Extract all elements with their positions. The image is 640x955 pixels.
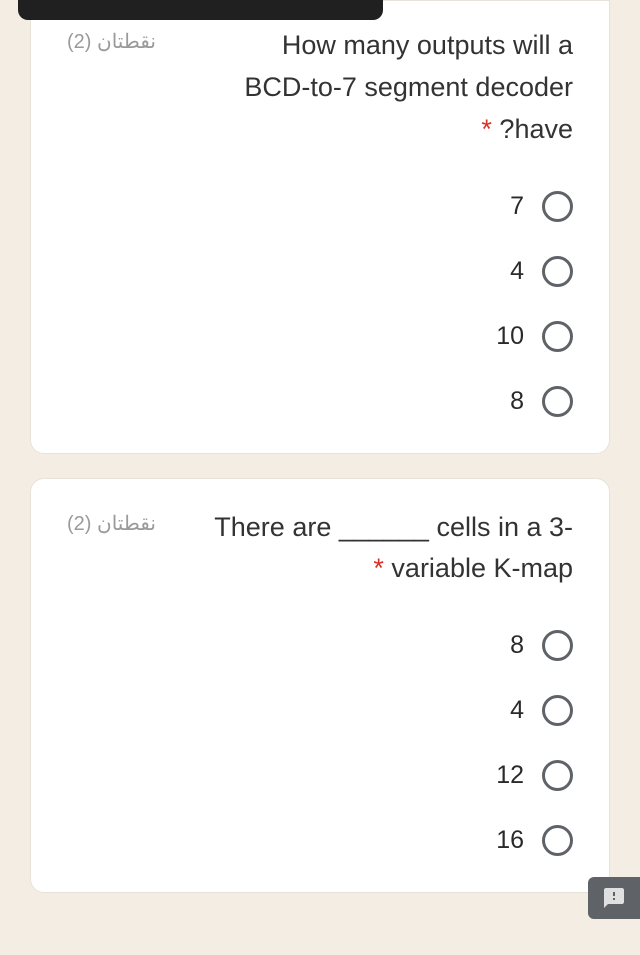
question-text: There are ______ cells in a 3- * variabl… xyxy=(174,507,573,591)
radio-icon[interactable] xyxy=(542,191,573,222)
radio-icon[interactable] xyxy=(542,321,573,352)
radio-icon[interactable] xyxy=(542,386,573,417)
question-card-1: نقطتان (2) How many outputs will a BCD-t… xyxy=(30,0,610,454)
radio-icon[interactable] xyxy=(542,630,573,661)
chat-alert-icon xyxy=(602,886,626,910)
points-label: نقطتان (2) xyxy=(67,507,156,536)
question-header: نقطتان (2) There are ______ cells in a 3… xyxy=(67,507,573,591)
question-line: How many outputs will a xyxy=(282,30,573,60)
radio-icon[interactable] xyxy=(542,695,573,726)
question-text: How many outputs will a BCD-to-7 segment… xyxy=(174,25,573,151)
option-row[interactable]: 8 xyxy=(67,630,573,661)
option-label: 7 xyxy=(510,192,524,221)
option-row[interactable]: 7 xyxy=(67,191,573,222)
option-label: 8 xyxy=(510,387,524,416)
question-line: There are ______ cells in a 3- xyxy=(214,512,573,542)
option-label: 10 xyxy=(496,322,524,351)
points-label: نقطتان (2) xyxy=(67,25,156,54)
option-label: 4 xyxy=(510,257,524,286)
option-row[interactable]: 4 xyxy=(67,695,573,726)
question-line: ?have xyxy=(499,114,573,144)
radio-icon[interactable] xyxy=(542,825,573,856)
option-row[interactable]: 16 xyxy=(67,825,573,856)
radio-icon[interactable] xyxy=(542,760,573,791)
option-row[interactable]: 12 xyxy=(67,760,573,791)
feedback-button[interactable] xyxy=(588,877,640,919)
option-label: 12 xyxy=(496,761,524,790)
radio-icon[interactable] xyxy=(542,256,573,287)
option-label: 16 xyxy=(496,826,524,855)
option-label: 4 xyxy=(510,696,524,725)
option-row[interactable]: 10 xyxy=(67,321,573,352)
question-header: نقطتان (2) How many outputs will a BCD-t… xyxy=(67,25,573,151)
option-row[interactable]: 8 xyxy=(67,386,573,417)
question-line: variable K-map xyxy=(391,553,573,583)
options-list: 7 4 10 8 xyxy=(67,191,573,417)
top-status-bar xyxy=(18,0,383,20)
question-line: BCD-to-7 segment decoder xyxy=(244,72,573,102)
option-label: 8 xyxy=(510,631,524,660)
question-card-2: نقطتان (2) There are ______ cells in a 3… xyxy=(30,478,610,894)
required-asterisk: * xyxy=(481,114,492,144)
required-asterisk: * xyxy=(373,553,384,583)
options-list: 8 4 12 16 xyxy=(67,630,573,856)
option-row[interactable]: 4 xyxy=(67,256,573,287)
